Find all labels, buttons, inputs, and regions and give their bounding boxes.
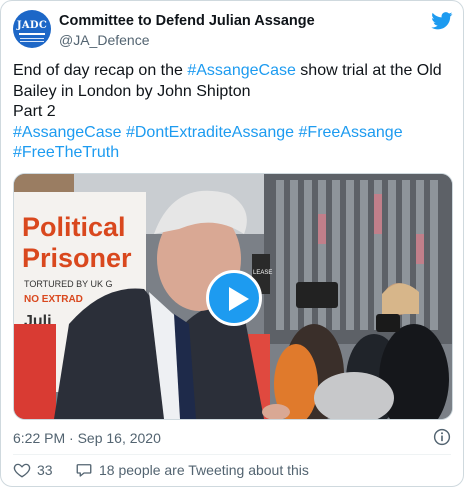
divider [13,454,451,455]
tweet-text-start: End of day recap on the [13,62,188,79]
reply-label: 18 people are Tweeting about this [99,462,309,478]
speech-bubble-icon [76,464,92,477]
hashtag-link[interactable]: #DontExtraditeAssange [126,124,294,141]
hashtag-row: #FreeTheTruth [13,143,453,164]
tweet-actions: 33 18 people are Tweeting about this [13,460,453,480]
author-handle[interactable]: @JA_Defence [59,31,149,49]
hashtag-link[interactable]: #FreeAssange [299,124,403,141]
tweet-timestamp[interactable]: 6:22 PM · Sep 16, 2020 [13,429,161,447]
like-count: 33 [37,462,53,478]
sign-text-political: Political [22,212,126,242]
video-player[interactable]: Political Prisoner TORTURED BY UK G NO E… [13,173,453,420]
sign-text-no-extradition: NO EXTRAD [24,294,83,305]
camera [296,282,338,308]
tweet-header: JADC Committee to Defend Julian Assange … [13,10,453,50]
avatar-divider [19,32,45,35]
twitter-bird-icon[interactable] [431,12,453,30]
hashtag-row: #AssangeCase #DontExtraditeAssange #Free… [13,123,453,144]
avatar-subtext-line [20,40,44,42]
avatar-text: JADC [16,19,48,31]
tweet-text: End of day recap on the #AssangeCase sho… [13,61,453,164]
play-icon[interactable] [206,270,262,326]
tweet-text-line: End of day recap on the #AssangeCase sho… [13,61,453,102]
sign-text-prisoner: Prisoner [22,243,132,273]
avatar[interactable]: JADC [13,10,51,48]
hashtag-link[interactable]: #AssangeCase [187,62,296,79]
avatar-subtext-line [20,37,44,39]
sign-text-tortured: TORTURED BY UK G [24,279,113,289]
camera [376,314,400,332]
author-name[interactable]: Committee to Defend Julian Assange [59,12,315,30]
tweet-card[interactable]: JADC Committee to Defend Julian Assange … [0,0,464,487]
side-sign-text: LEASE [253,270,272,276]
info-icon[interactable] [433,428,451,446]
hashtag-link[interactable]: #AssangeCase [13,124,122,141]
reply-button[interactable]: 18 people are Tweeting about this [75,460,309,480]
like-button[interactable]: 33 [13,460,53,480]
red-flag [14,324,56,419]
hashtag-link[interactable]: #FreeTheTruth [13,144,119,161]
heart-icon [13,463,31,478]
tweet-text-part: Part 2 [13,103,56,120]
